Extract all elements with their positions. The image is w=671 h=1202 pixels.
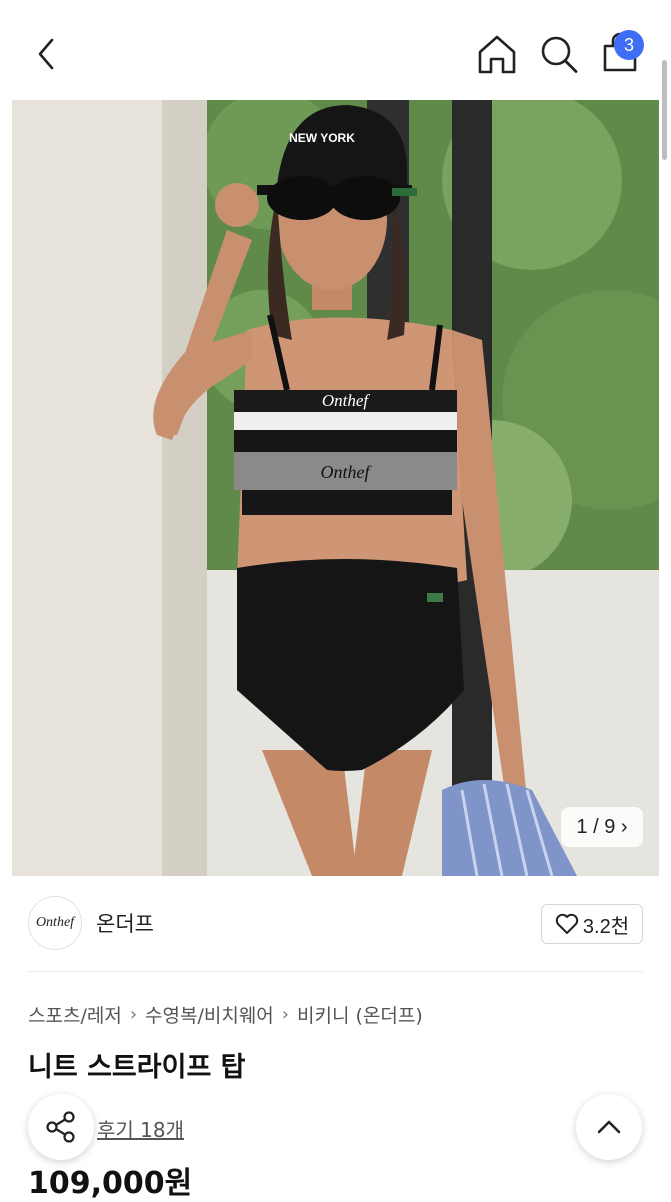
like-button[interactable]: 3.2천 (541, 904, 643, 944)
divider (28, 971, 643, 972)
back-button[interactable] (30, 34, 66, 74)
image-counter-button[interactable]: 1 / 9 › (561, 807, 643, 847)
product-title: 니트 스트라이프 탑 (28, 1052, 246, 1083)
scroll-to-top-button[interactable] (576, 1094, 642, 1160)
search-button[interactable] (538, 32, 580, 76)
chevron-right-icon: › (281, 1004, 289, 1025)
brand-logo[interactable]: Onthef (28, 896, 82, 950)
reviews-link[interactable]: 후기 18개 (97, 1114, 184, 1143)
product-image-carousel[interactable]: NEW YORK Onthef Onthef (12, 100, 659, 876)
product-price: 109,000원 (28, 1166, 193, 1201)
cart-count-badge: 3 (614, 30, 644, 60)
home-icon (478, 35, 516, 74)
top-band-print-upper: Onthef (322, 391, 371, 410)
category-breadcrumb: 스포츠/레저 › 수영복/비치웨어 › 비키니 (온더프) (28, 1001, 423, 1028)
cap-print-text: NEW YORK (289, 131, 355, 145)
chevron-left-icon (38, 38, 54, 70)
home-button[interactable] (476, 32, 518, 76)
breadcrumb-item-sports[interactable]: 스포츠/레저 (28, 1001, 122, 1028)
like-count: 3.2천 (582, 915, 630, 938)
search-icon (541, 36, 578, 73)
top-band-print-lower: Onthef (321, 462, 373, 482)
chevron-up-icon (597, 1120, 621, 1134)
breadcrumb-item-swimwear[interactable]: 수영복/비치웨어 (145, 1001, 274, 1028)
page-scrollbar[interactable] (662, 60, 667, 160)
top-navigation-bar: 3 (0, 0, 671, 160)
chevron-right-icon: › (129, 1004, 138, 1025)
share-button[interactable] (28, 1094, 94, 1160)
product-photo: NEW YORK Onthef Onthef (12, 100, 659, 876)
heart-icon (555, 913, 579, 934)
brand-name[interactable]: 온더프 (96, 908, 154, 938)
share-icon (46, 1111, 75, 1143)
breadcrumb-item-bikini[interactable]: 비키니 (온더프) (297, 1001, 423, 1028)
